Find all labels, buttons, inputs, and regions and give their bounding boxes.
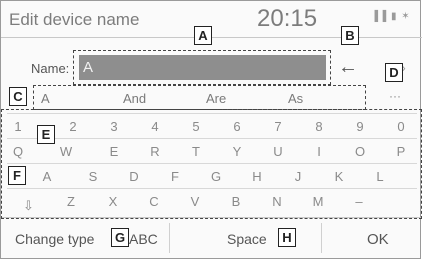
bottom-bar-divider — [321, 223, 322, 253]
suggestions-highlight — [33, 85, 366, 110]
callout-d: D — [385, 63, 403, 82]
suggestions-more-button[interactable]: ··· — [389, 89, 401, 103]
keyboard-highlight — [1, 109, 422, 219]
backspace-icon: ← — [338, 56, 358, 78]
ok-button[interactable]: OK — [367, 231, 389, 248]
name-field-highlight — [73, 50, 331, 85]
status-icons: ▐▐ ▮ ✶ — [371, 11, 411, 22]
space-button[interactable]: Space — [227, 231, 267, 247]
callout-b: B — [341, 26, 359, 45]
bottom-bar-divider — [169, 223, 170, 253]
callout-g: G — [111, 228, 129, 247]
abc-mode-button[interactable]: ABC — [129, 231, 158, 247]
backspace-button[interactable]: ← — [333, 55, 363, 79]
callout-e: E — [37, 125, 55, 144]
name-label: Name: — [31, 61, 70, 76]
screen-title: Edit device name — [9, 10, 140, 29]
edit-device-name-screen: Edit device name 20:15 ▐▐ ▮ ✶ Name: A ← … — [0, 0, 422, 259]
callout-f: F — [8, 166, 26, 185]
clock: 20:15 — [257, 5, 318, 32]
callout-h: H — [278, 228, 296, 247]
callout-a: A — [194, 26, 212, 45]
callout-c: C — [9, 87, 27, 106]
change-type-button[interactable]: Change type — [15, 231, 94, 247]
